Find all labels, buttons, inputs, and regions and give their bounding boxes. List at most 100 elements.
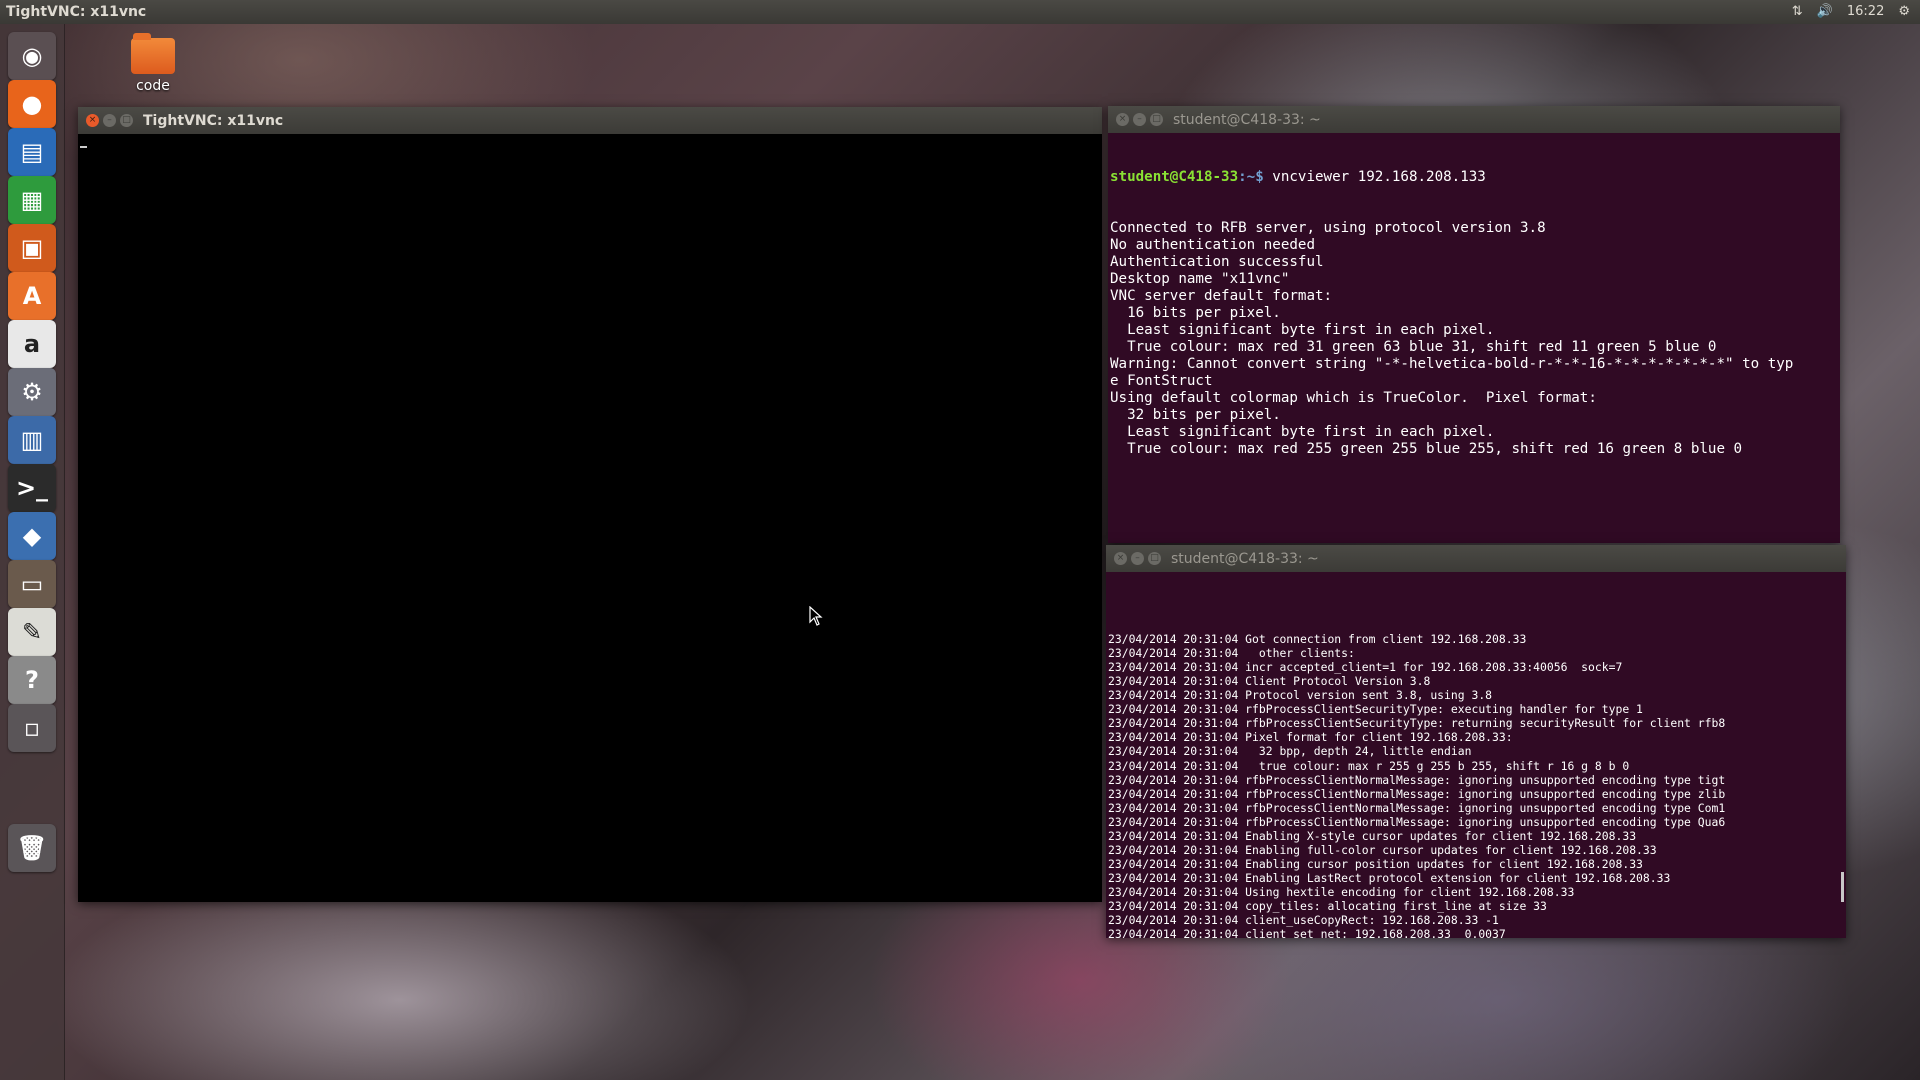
launcher-python-button[interactable]: ◆	[8, 512, 56, 560]
system-settings-icon: ⚙	[21, 378, 43, 406]
window-title: TightVNC: x11vnc	[143, 112, 284, 129]
launcher-text-editor-button[interactable]: ✎	[8, 608, 56, 656]
launcher-terminal-button[interactable]: >_	[8, 464, 56, 512]
close-icon[interactable]: ×	[86, 114, 99, 127]
terminal-line: VNC server default format:	[1110, 288, 1333, 304]
workspaces-icon: ▫	[23, 714, 41, 742]
terminal-line: No authentication needed	[1110, 237, 1315, 253]
terminal-output[interactable]: 23/04/2014 20:31:04 Got connection from …	[1106, 572, 1846, 938]
minimize-icon[interactable]: –	[103, 114, 116, 127]
maximize-icon[interactable]: □	[1150, 113, 1163, 126]
launcher-files-button[interactable]: ▭	[8, 560, 56, 608]
launcher-system-settings-button[interactable]: ⚙	[8, 368, 56, 416]
system-tray: ⇅ 🔊 16:22 ⚙	[1792, 0, 1920, 24]
terminal-line: 23/04/2014 20:31:04 Client Protocol Vers…	[1108, 674, 1431, 689]
vnc-titlebar[interactable]: × – □ TightVNC: x11vnc	[78, 107, 1102, 134]
prompt-path: :~$	[1238, 169, 1264, 185]
terminal-line: 23/04/2014 20:31:04 Enabling full-color …	[1108, 842, 1657, 857]
launcher-help-button[interactable]: ?	[8, 656, 56, 704]
launcher-amazon-button[interactable]: a	[8, 320, 56, 368]
terminal-line: 32 bits per pixel.	[1110, 407, 1281, 423]
launcher-libreoffice-writer-button[interactable]: ▤	[8, 128, 56, 176]
terminal-line: 23/04/2014 20:31:04 rfbProcessClientNorm…	[1108, 772, 1726, 787]
terminal-line: 23/04/2014 20:31:04 client_set_net: 192.…	[1108, 927, 1506, 938]
trash-icon: 🗑	[16, 834, 48, 862]
terminal-titlebar[interactable]: × – □ student@C418-33: ~	[1106, 545, 1846, 572]
terminal-line: 23/04/2014 20:31:04 rfbProcessClientSecu…	[1108, 716, 1726, 731]
terminal-line: 23/04/2014 20:31:04 incr accepted_client…	[1108, 660, 1623, 675]
clock[interactable]: 16:22	[1847, 0, 1884, 24]
libreoffice-writer-icon: ▤	[20, 138, 44, 166]
terminal-line: 16 bits per pixel.	[1110, 305, 1281, 321]
launcher-trash-button[interactable]: 🗑	[8, 824, 56, 872]
window-title: student@C418-33: ~	[1173, 111, 1321, 128]
launcher-firefox-button[interactable]: ●	[8, 80, 56, 128]
terminal-line: 23/04/2014 20:31:04 Got connection from …	[1108, 632, 1527, 647]
terminal-line: e FontStruct	[1110, 373, 1213, 389]
top-panel: TightVNC: x11vnc ⇅ 🔊 16:22 ⚙	[0, 0, 1920, 24]
terminal-line: Warning: Cannot convert string "-*-helve…	[1110, 356, 1794, 372]
terminal-line: 23/04/2014 20:31:04 Enabling cursor posi…	[1108, 856, 1643, 871]
terminal-output[interactable]: student@C418-33:~$ vncviewer 192.168.208…	[1108, 133, 1840, 543]
launcher-ubuntu-software-center-button[interactable]: A	[8, 272, 56, 320]
maximize-icon[interactable]: □	[120, 114, 133, 127]
terminal-line: Authentication successful	[1110, 254, 1324, 270]
launcher-libreoffice-calc-button[interactable]: ▦	[8, 176, 56, 224]
files-icon: ▭	[20, 570, 44, 598]
help-icon: ?	[25, 666, 39, 694]
terminal-line: 23/04/2014 20:31:04 rfbProcessClientNorm…	[1108, 786, 1726, 801]
terminal-line: Desktop name "x11vnc"	[1110, 271, 1290, 287]
vnc-viewer-window[interactable]: × – □ TightVNC: x11vnc	[78, 107, 1102, 902]
terminal-icon: >_	[15, 474, 49, 502]
terminal-lines: 23/04/2014 20:31:04 Got connection from …	[1108, 632, 1846, 938]
launcher-libreoffice-impress-button[interactable]: ▣	[8, 224, 56, 272]
prompt-line: student@C418-33:~$ vncviewer 192.168.208…	[1110, 169, 1840, 186]
network-icon[interactable]: ⇅	[1792, 0, 1803, 24]
terminal-line: 23/04/2014 20:31:04 Using hextile encodi…	[1108, 884, 1575, 899]
launcher-remote-desktop-button[interactable]: ▥	[8, 416, 56, 464]
gear-icon[interactable]: ⚙	[1898, 0, 1910, 24]
terminal-line: 23/04/2014 20:31:04 other clients:	[1108, 646, 1355, 661]
mouse-pointer-icon	[809, 606, 823, 626]
ubuntu-software-center-icon: A	[22, 282, 42, 310]
terminal-line: Using default colormap which is TrueColo…	[1110, 390, 1597, 406]
volume-icon[interactable]: 🔊	[1817, 0, 1833, 24]
terminal-line: 23/04/2014 20:31:04 Enabling X-style cur…	[1108, 828, 1637, 843]
terminal-line: 23/04/2014 20:31:04 Protocol version sen…	[1108, 688, 1493, 703]
close-icon[interactable]: ×	[1114, 552, 1127, 565]
minimize-icon[interactable]: –	[1131, 552, 1144, 565]
text-editor-icon: ✎	[21, 618, 43, 646]
ubuntu-dash-icon: ◉	[21, 42, 43, 70]
terminal-line: True colour: max red 255 green 255 blue …	[1110, 441, 1743, 457]
desktop-icon-label: code	[136, 78, 170, 94]
terminal-line: 23/04/2014 20:31:04 rfbProcessClientSecu…	[1108, 702, 1643, 717]
launcher: ◉ ● ▤ ▦ ▣ Aa ⚙ ▥ >_ ◆ ▭ ✎? ▫ 🗑	[0, 24, 65, 1080]
terminal-line: Least significant byte first in each pix…	[1110, 322, 1495, 338]
launcher-ubuntu-dash-button[interactable]: ◉	[8, 32, 56, 80]
scrollbar-thumb[interactable]	[1841, 872, 1844, 902]
terminal-line: 23/04/2014 20:31:04 rfbProcessClientNorm…	[1108, 800, 1726, 815]
python-icon: ◆	[22, 522, 42, 550]
remote-desktop-view[interactable]	[78, 134, 1102, 902]
terminal-window-vncviewer[interactable]: × – □ student@C418-33: ~ student@C418-33…	[1108, 106, 1840, 543]
folder-icon	[131, 33, 175, 74]
firefox-icon: ●	[21, 90, 43, 118]
desktop-folder-code[interactable]: code	[120, 33, 186, 94]
maximize-icon[interactable]: □	[1148, 552, 1161, 565]
terminal-line: 23/04/2014 20:31:04 client_useCopyRect: …	[1108, 913, 1499, 928]
terminal-titlebar[interactable]: × – □ student@C418-33: ~	[1108, 106, 1840, 133]
launcher-workspaces-button[interactable]: ▫	[8, 704, 56, 752]
close-icon[interactable]: ×	[1116, 113, 1129, 126]
prompt-command: vncviewer 192.168.208.133	[1263, 169, 1486, 185]
terminal-line: Least significant byte first in each pix…	[1110, 424, 1495, 440]
terminal-line: 23/04/2014 20:31:04 Pixel format for cli…	[1108, 730, 1513, 745]
libreoffice-impress-icon: ▣	[20, 234, 44, 262]
terminal-line: 23/04/2014 20:31:04 32 bpp, depth 24, li…	[1108, 744, 1472, 759]
terminal-window-x11vnc[interactable]: × – □ student@C418-33: ~ 23/04/2014 20:3…	[1106, 545, 1846, 938]
terminal-line: Connected to RFB server, using protocol …	[1110, 220, 1546, 236]
text-cursor	[80, 146, 87, 148]
libreoffice-calc-icon: ▦	[20, 186, 44, 214]
terminal-line: True colour: max red 31 green 63 blue 31…	[1110, 339, 1717, 355]
minimize-icon[interactable]: –	[1133, 113, 1146, 126]
remote-desktop-icon: ▥	[20, 426, 44, 454]
